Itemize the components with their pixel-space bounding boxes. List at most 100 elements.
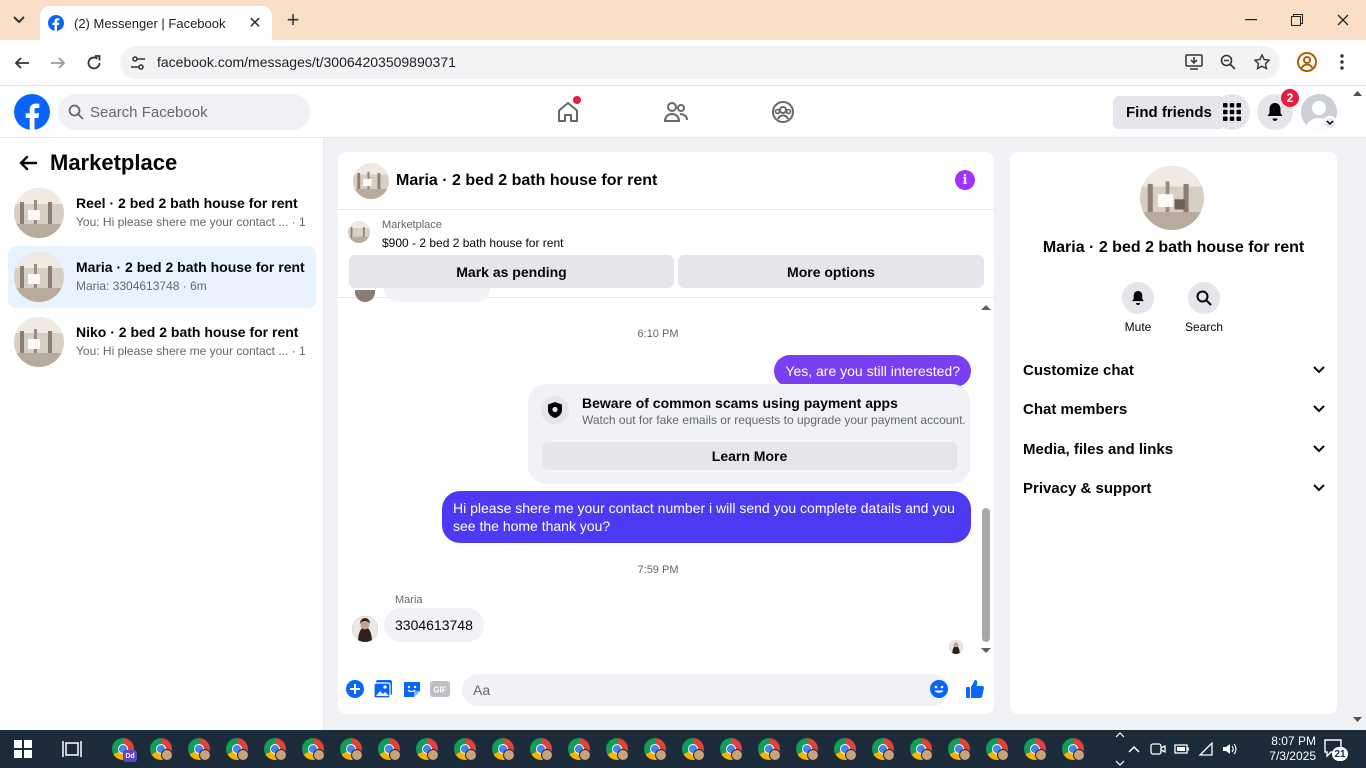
message-scrollbar[interactable]	[978, 298, 994, 666]
chrome-taskbar-icon[interactable]	[636, 735, 674, 763]
wifi-icon[interactable]	[1198, 741, 1214, 757]
back-button[interactable]	[10, 51, 34, 75]
chrome-taskbar-icon[interactable]	[864, 735, 902, 763]
customize-chat-section[interactable]: Customize chat	[1023, 358, 1325, 382]
message-input[interactable]	[462, 674, 948, 706]
chrome-taskbar-icon[interactable]	[674, 735, 712, 763]
conversation-name: Maria · 2 bed 2 bath house for rent	[76, 259, 305, 275]
details-listing-image[interactable]	[1140, 166, 1204, 230]
close-window-button[interactable]	[1320, 0, 1366, 40]
chrome-taskbar-icon[interactable]	[256, 735, 294, 763]
chrome-taskbar-icon[interactable]	[1016, 735, 1054, 763]
mute-button[interactable]: Mute	[1108, 282, 1168, 334]
facebook-search-input[interactable]	[90, 103, 290, 121]
gif-icon[interactable]: GIF	[429, 678, 451, 700]
thumbs-up-icon[interactable]	[964, 678, 986, 700]
sticker-icon[interactable]	[401, 678, 423, 700]
chrome-taskbar-icon[interactable]	[522, 735, 560, 763]
learn-more-button[interactable]: Learn More	[542, 442, 957, 470]
menu-grid-button[interactable]	[1214, 94, 1250, 130]
chrome-taskbar-icon[interactable]	[978, 735, 1016, 763]
groups-nav-button[interactable]	[769, 98, 797, 126]
chat-title[interactable]: Maria · 2 bed 2 bath house for rent	[396, 172, 657, 190]
media-files-links-section[interactable]: Media, files and links	[1023, 437, 1325, 461]
scroll-down-icon[interactable]	[981, 646, 991, 656]
browser-toolbar: facebook.com/messages/t/3006420350989037…	[0, 40, 1366, 86]
chrome-taskbar-icon[interactable]	[560, 735, 598, 763]
listing-price-title[interactable]: $900 - 2 bed 2 bath house for rent	[382, 236, 563, 250]
forward-button[interactable]	[46, 51, 70, 75]
outgoing-message[interactable]: Hi please shere me your contact number i…	[442, 491, 971, 543]
site-info-icon[interactable]	[128, 53, 148, 73]
tab-search-button[interactable]	[6, 8, 32, 32]
chrome-taskbar-icon[interactable]	[1054, 735, 1092, 763]
chrome-taskbar-icon[interactable]	[484, 735, 522, 763]
chrome-taskbar-icon[interactable]	[750, 735, 788, 763]
incoming-message[interactable]: 3304613748	[384, 608, 484, 642]
facebook-search-box[interactable]	[58, 94, 310, 130]
browser-profile-icon[interactable]	[1296, 51, 1318, 73]
chrome-taskbar-icon[interactable]	[180, 735, 218, 763]
chrome-taskbar-icon[interactable]	[294, 735, 332, 763]
minimize-button[interactable]	[1228, 0, 1274, 40]
url-text[interactable]: facebook.com/messages/t/3006420350989037…	[157, 54, 456, 70]
conversation-item[interactable]: Maria · 2 bed 2 bath house for rent Mari…	[8, 246, 316, 308]
mark-as-pending-button[interactable]: Mark as pending	[349, 255, 674, 288]
plus-circle-icon[interactable]	[344, 678, 366, 700]
new-tab-button[interactable]: +	[282, 7, 304, 32]
find-friends-button[interactable]: Find friends	[1113, 96, 1225, 129]
chat-listing-thumbnail[interactable]	[353, 163, 389, 199]
photo-icon[interactable]	[372, 678, 394, 700]
info-icon[interactable]: i	[955, 170, 975, 190]
show-hidden-icons-icon[interactable]	[1126, 741, 1142, 757]
page-scrollbar[interactable]	[1349, 88, 1366, 728]
windows-start-icon[interactable]	[14, 740, 32, 758]
meet-now-icon[interactable]	[1150, 741, 1166, 757]
address-bar[interactable]: facebook.com/messages/t/3006420350989037…	[120, 46, 1280, 79]
chrome-taskbar-icon[interactable]	[598, 735, 636, 763]
scam-warning-subtitle: Watch out for fake emails or requests to…	[582, 413, 966, 427]
chrome-taskbar-icon[interactable]	[940, 735, 978, 763]
account-menu-caret-icon[interactable]	[1323, 116, 1337, 130]
chrome-taskbar-icon[interactable]	[902, 735, 940, 763]
browser-menu-icon[interactable]	[1334, 51, 1350, 73]
tab-close-icon[interactable]: ✕	[246, 14, 264, 32]
browser-tab[interactable]: (2) Messenger | Facebook ✕	[40, 6, 272, 40]
back-arrow-icon[interactable]	[16, 151, 40, 175]
reload-button[interactable]	[82, 51, 106, 75]
battery-icon[interactable]	[1174, 741, 1190, 757]
scroll-up-icon[interactable]	[981, 302, 991, 312]
restore-button[interactable]	[1274, 0, 1320, 40]
chrome-taskbar-icon[interactable]	[218, 735, 256, 763]
chrome-taskbar-icon[interactable]	[788, 735, 826, 763]
search-in-conversation-button[interactable]: Search	[1174, 282, 1234, 334]
home-nav-button[interactable]	[554, 96, 582, 126]
chrome-taskbar-icon[interactable]	[370, 735, 408, 763]
emoji-icon[interactable]	[928, 678, 950, 700]
scrollbar-thumb[interactable]	[982, 508, 990, 642]
more-options-button[interactable]: More options	[678, 255, 984, 288]
chrome-taskbar-icon[interactable]: Dd	[104, 735, 142, 763]
chat-members-section[interactable]: Chat members	[1023, 397, 1325, 421]
privacy-support-section[interactable]: Privacy & support	[1023, 476, 1325, 500]
chrome-taskbar-icon[interactable]	[446, 735, 484, 763]
zoom-icon[interactable]	[1218, 52, 1238, 72]
chrome-taskbar-icon[interactable]	[826, 735, 864, 763]
chrome-taskbar-icon[interactable]	[408, 735, 446, 763]
chrome-taskbar-icon[interactable]	[712, 735, 750, 763]
friends-nav-button[interactable]	[662, 98, 690, 126]
task-view-icon[interactable]	[62, 739, 82, 759]
outgoing-message[interactable]: Yes, are you still interested?	[774, 355, 971, 387]
volume-icon[interactable]	[1222, 741, 1238, 757]
facebook-logo-icon[interactable]	[14, 94, 50, 130]
taskbar-scroll-arrows[interactable]	[1114, 732, 1126, 766]
bookmark-star-icon[interactable]	[1252, 52, 1272, 72]
conversation-item[interactable]: Reel · 2 bed 2 bath house for rent You: …	[8, 182, 316, 244]
chrome-taskbar-icon[interactable]	[332, 735, 370, 763]
install-app-icon[interactable]	[1184, 52, 1204, 72]
taskbar-clock[interactable]: 8:07 PM 7/3/2025	[1244, 734, 1316, 764]
sender-avatar[interactable]	[352, 616, 378, 642]
chrome-taskbar-icon[interactable]	[142, 735, 180, 763]
conversation-item[interactable]: Niko · 2 bed 2 bath house for rent You: …	[8, 311, 316, 373]
groups-icon	[772, 101, 794, 123]
